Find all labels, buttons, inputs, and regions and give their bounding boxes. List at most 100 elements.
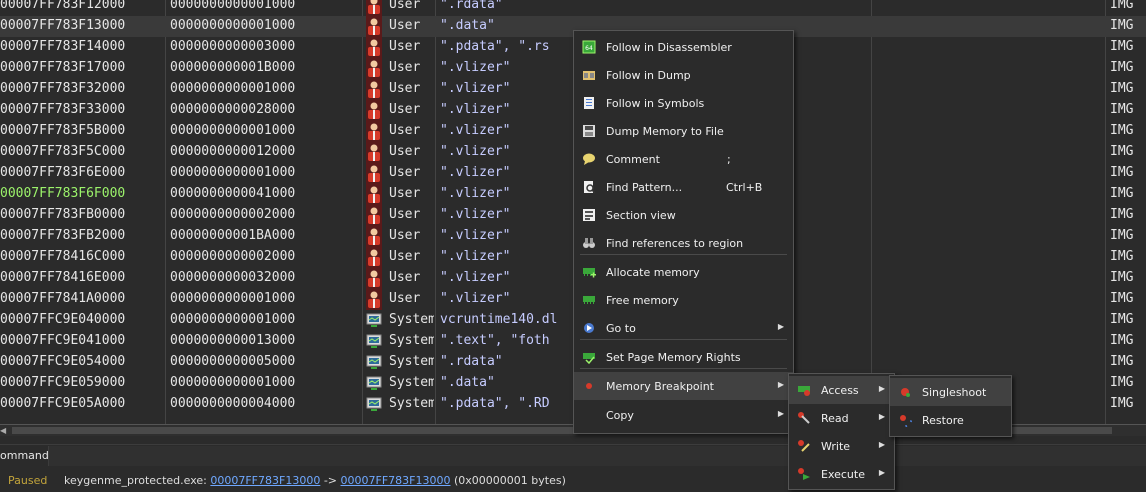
restore-icon [898,413,915,430]
status-bar: Paused keygenme_protected.exe: 00007FF78… [0,470,1146,492]
system-icon [366,373,382,394]
menu-item-copy[interactable]: Copy ▶ [574,401,793,429]
size-cell: 0000000000032000 [170,270,296,285]
status-address-from-link[interactable]: 00007FF783F13000 [210,474,320,487]
size-cell: 0000000000028000 [170,102,296,117]
menu-item-label: Set Page Memory Rights [606,351,741,364]
size-cell: 0000000000001000 [170,312,296,327]
address-cell: 00007FF783FB2000 [0,228,126,243]
user-icon [366,16,382,37]
menu-item-comment[interactable]: Comment; [574,145,793,173]
info-cell: ".vlizer" [440,123,511,138]
menu-item-follow-in-disassembler[interactable]: 64 Follow in Disassembler [574,33,793,61]
address-cell: 00007FF783F5C000 [0,144,126,159]
address-cell: 00007FFC9E054000 [0,354,126,369]
menu-item-label: Singleshoot [922,386,987,399]
access-item-restore[interactable]: Restore [890,406,1011,434]
save-memory-icon [582,124,596,138]
info-cell: ".rdata" [440,0,503,12]
system-icon [366,310,382,331]
breakpoint-item-execute[interactable]: Execute ▶ [789,460,894,488]
menu-item-label: Dump Memory to File [606,125,724,138]
menu-item-section-view[interactable]: Section view [574,201,793,229]
info-cell: ".vlizer" [440,60,511,75]
status-message: keygenme_protected.exe: 00007FF783F13000… [64,474,566,487]
user-icon [366,163,382,184]
scroll-left-icon[interactable]: ◀ [0,426,6,435]
size-cell: 000000000001B000 [170,60,296,75]
user-icon [366,268,382,289]
menu-item-find-references-to-region[interactable]: Find references to region [574,229,793,257]
type-cell: User [389,207,421,222]
menu-item-label: Follow in Symbols [606,97,705,110]
protection-cell: IMG [1110,354,1134,369]
protection-cell: IMG [1110,60,1134,75]
type-cell: User [389,291,421,306]
info-cell: ".vlizer" [440,102,511,117]
user-icon [366,247,382,268]
protection-cell: IMG [1110,207,1134,222]
address-cell: 00007FFC9E059000 [0,375,126,390]
protection-cell: IMG [1110,81,1134,96]
free-memory-icon [582,293,596,307]
type-cell: User [389,123,421,138]
menu-item-allocate-memory[interactable]: Allocate memory [574,258,793,286]
type-cell: User [389,39,421,54]
type-cell: User [389,165,421,180]
address-cell: 00007FF783F32000 [0,81,126,96]
menu-item-label: Copy [606,409,634,422]
allocate-memory-icon [582,265,596,279]
size-cell: 0000000000001000 [170,0,296,12]
goto-icon [582,321,596,335]
address-cell: 00007FF783F6E000 [0,165,126,180]
symbols-icon [582,96,596,110]
access-submenu: Singleshoot Restore [889,375,1012,437]
menu-item-set-page-memory-rights[interactable]: Set Page Memory Rights [574,343,793,371]
breakpoint-dot-icon [582,379,596,393]
protection-cell: IMG [1110,396,1134,411]
size-cell: 0000000000005000 [170,354,296,369]
menu-item-dump-memory-to-file[interactable]: Dump Memory to File [574,117,793,145]
info-cell: ".text", "foth [440,333,550,348]
breakpoint-item-write[interactable]: Write ▶ [789,432,894,460]
menu-item-follow-in-dump[interactable]: Follow in Dump [574,61,793,89]
size-cell: 0000000000001000 [170,165,296,180]
protection-cell: IMG [1110,270,1134,285]
menu-item-free-memory[interactable]: Free memory [574,286,793,314]
size-cell: 0000000000001000 [170,291,296,306]
status-arrow: -> [320,474,341,487]
address-cell: 00007FF78416C000 [0,249,126,264]
menu-item-label: Allocate memory [606,266,700,279]
access-item-singleshoot[interactable]: Singleshoot [890,378,1011,406]
info-cell: ".vlizer" [440,249,511,264]
type-cell: User [389,249,421,264]
type-cell: User [389,186,421,201]
status-address-to-link[interactable]: 00007FF783F13000 [341,474,451,487]
user-icon [366,58,382,79]
menu-item-find-pattern[interactable]: Find Pattern... Ctrl+B [574,173,793,201]
address-cell: 00007FFC9E041000 [0,333,126,348]
info-cell: ".vlizer" [440,291,511,306]
submenu-arrow-icon: ▶ [777,322,784,331]
menu-item-label: Follow in Disassembler [606,41,732,54]
protection-cell: IMG [1110,102,1134,117]
menu-item-follow-in-symbols[interactable]: Follow in Symbols [574,89,793,117]
memory-breakpoint-submenu: Access ▶ Read ▶ Write ▶ Execute ▶ [788,373,895,490]
info-cell: ".vlizer" [440,270,511,285]
address-cell: 00007FF783F13000 [0,18,126,33]
size-cell: 0000000000001000 [170,123,296,138]
type-cell: User [389,18,421,33]
command-input[interactable] [48,446,1146,466]
svg-text:64: 64 [585,45,593,52]
breakpoint-item-access[interactable]: Access ▶ [789,376,894,404]
menu-item-go-to[interactable]: Go to ▶ [574,314,793,342]
menu-item-memory-breakpoint[interactable]: Memory Breakpoint ▶ [574,372,793,400]
table-row[interactable]: 00007FF783F12000 0000000000001000 User ".rd… [0,0,1146,16]
address-cell: 00007FF783F6F000 [0,186,126,201]
address-cell: 00007FF7841A0000 [0,291,126,306]
menu-item-shortcut: Ctrl+B [726,181,763,194]
size-cell: 0000000000001000 [170,81,296,96]
breakpoint-item-read[interactable]: Read ▶ [789,404,894,432]
type-cell: System [389,396,434,411]
menu-item-label: Access [821,384,859,397]
